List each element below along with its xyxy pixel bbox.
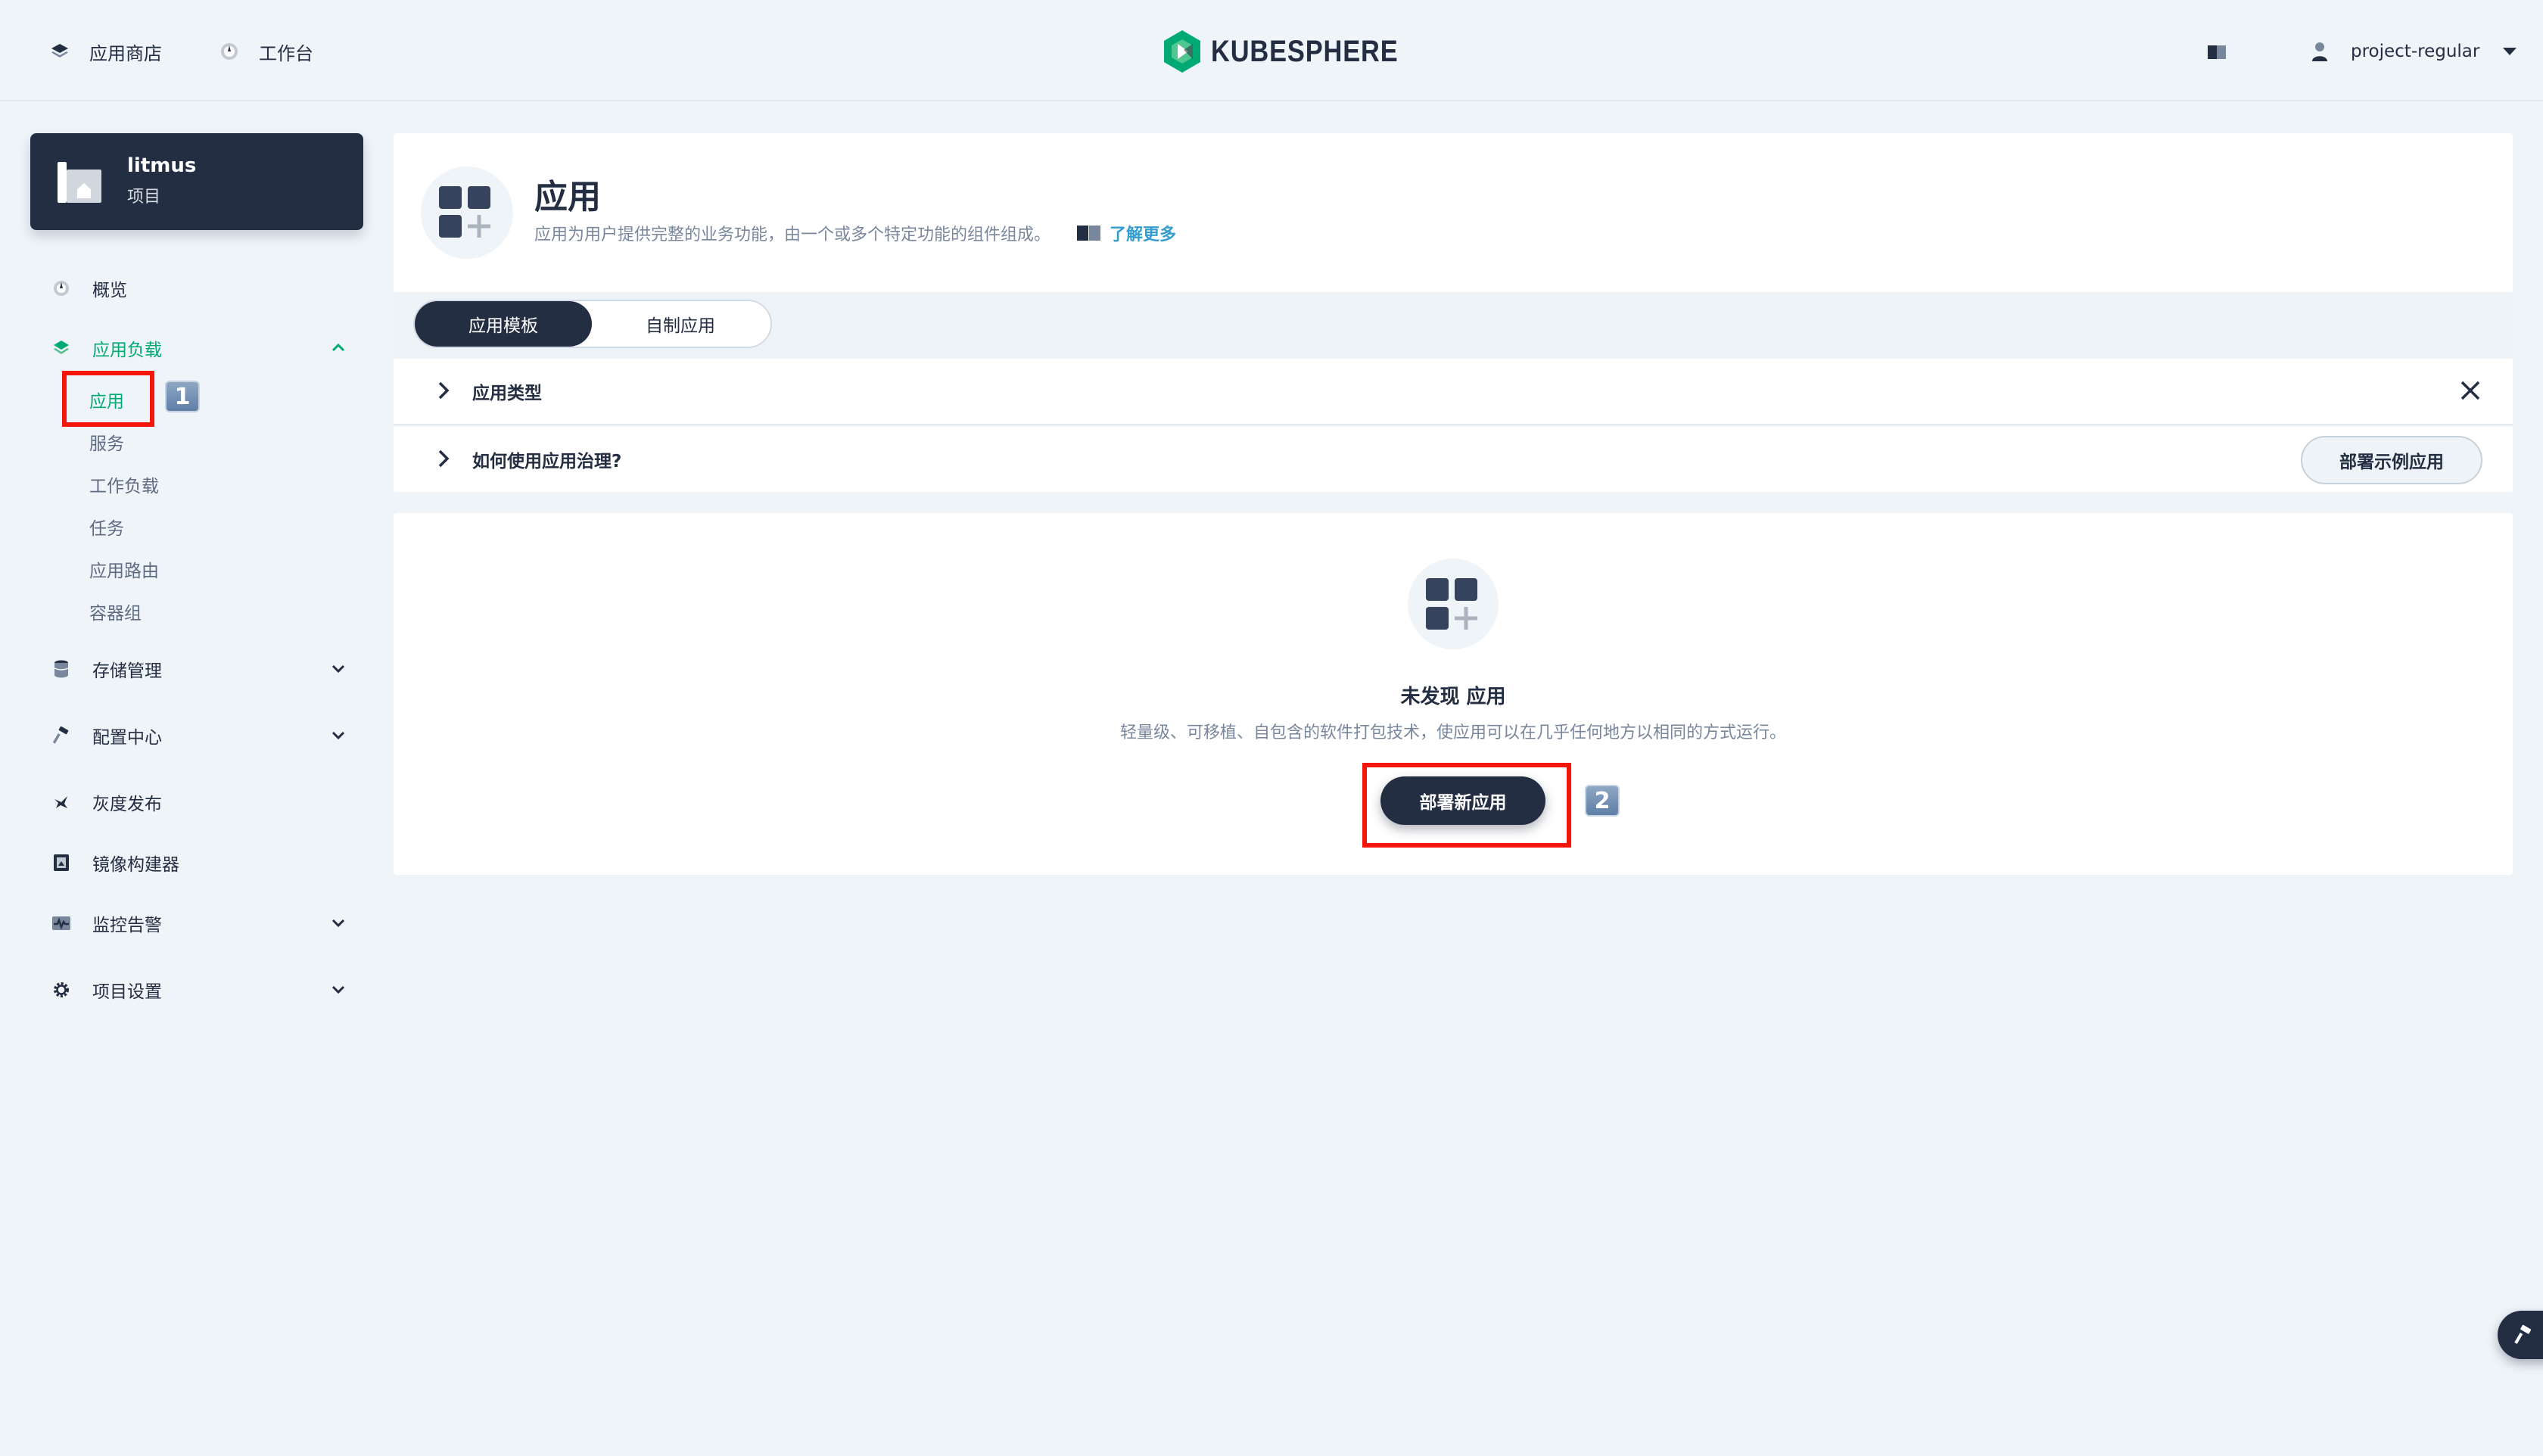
- how-to-row[interactable]: 如何使用应用治理? 部署示例应用: [394, 427, 2513, 492]
- sidebar-item-label: 应用负载: [92, 341, 162, 360]
- app-grid-icon: [1408, 558, 1499, 649]
- app-type-row[interactable]: 应用类型: [394, 359, 2513, 425]
- kubesphere-logo[interactable]: KUBESPHERE: [1163, 29, 1429, 74]
- app-store-label: 应用商店: [89, 42, 162, 64]
- workbench-link[interactable]: 工作台: [219, 35, 313, 68]
- sidebar-item-label: 概览: [92, 281, 127, 300]
- tabs-bar: 应用模板 自制应用: [394, 292, 2513, 357]
- sidebar-subitem-label: 服务: [89, 434, 124, 454]
- empty-state-description: 轻量级、可移植、自包含的软件打包技术，使应用可以在几乎任何地方以相同的方式运行。: [1119, 723, 1786, 742]
- image-builder-icon: [54, 854, 69, 871]
- sidebar-item-label: 监控告警: [92, 916, 162, 935]
- project-card[interactable]: litmus 项目: [30, 133, 363, 230]
- overview-icon: [54, 281, 69, 296]
- page-header: 应用 应用为用户提供完整的业务功能，由一个或多个特定功能的组件组成。 了解更多: [394, 133, 2513, 292]
- step-badge-1: 1: [165, 381, 200, 412]
- highlight-box-step2: [1362, 763, 1571, 848]
- sidebar-subitem-label: 容器组: [89, 604, 142, 624]
- chevron-down-icon: [331, 919, 345, 928]
- page-description-text: 应用为用户提供完整的业务功能，由一个或多个特定功能的组件组成。: [534, 226, 1051, 244]
- sidebar-item-config[interactable]: 配置中心: [51, 719, 347, 752]
- sidebar-item-label: 灰度发布: [92, 795, 162, 814]
- empty-state-title: 未发现 应用: [1400, 686, 1506, 708]
- how-to-label: 如何使用应用治理?: [472, 452, 622, 471]
- learn-more-link[interactable]: 了解更多: [1076, 221, 1176, 245]
- deploy-sample-app-button[interactable]: 部署示例应用: [2301, 436, 2482, 484]
- tab-app-templates[interactable]: 应用模板: [415, 301, 592, 347]
- sidebar-subitem-label: 任务: [89, 519, 124, 539]
- project-name: litmus: [127, 154, 197, 177]
- sidebar-item-overview[interactable]: 概览: [51, 272, 347, 305]
- project-icon: [58, 162, 101, 203]
- app-grid-icon: [421, 166, 513, 259]
- sidebar-subitem-workloads[interactable]: 工作负载: [89, 471, 159, 498]
- sidebar-item-project-settings[interactable]: 项目设置: [51, 973, 347, 1006]
- learn-more-label: 了解更多: [1110, 226, 1177, 244]
- project-type: 项目: [127, 188, 161, 207]
- chevron-down-icon: [331, 731, 345, 740]
- app-workloads-icon: [54, 341, 69, 354]
- user-menu[interactable]: project-regular: [2311, 36, 2517, 67]
- highlight-box-step1: [62, 371, 154, 427]
- tab-group: 应用模板 自制应用: [413, 300, 772, 348]
- storage-icon: [54, 660, 69, 678]
- book-icon: [1077, 226, 1101, 241]
- workbench-label: 工作台: [259, 42, 313, 64]
- toolbox-button[interactable]: [2498, 1311, 2543, 1359]
- sidebar-subitem-pods[interactable]: 容器组: [89, 598, 142, 625]
- chevron-down-icon: [331, 985, 345, 994]
- sidebar-item-app-workloads[interactable]: 应用负载: [51, 331, 347, 365]
- logo-text: KUBESPHERE: [1211, 34, 1399, 68]
- sidebar-item-grayscale[interactable]: 灰度发布: [51, 786, 347, 819]
- sidebar-subitem-services[interactable]: 服务: [89, 428, 124, 456]
- sidebar-item-storage[interactable]: 存储管理: [51, 652, 347, 686]
- username: project-regular: [2351, 42, 2480, 61]
- chevron-right-icon: [438, 381, 450, 400]
- sidebar-subitem-label: 工作负载: [89, 477, 159, 496]
- step-badge-2: 2: [1585, 785, 1620, 817]
- page-title: 应用: [534, 178, 601, 216]
- caret-down-icon: [2503, 48, 2517, 55]
- sidebar-subitem-jobs[interactable]: 任务: [89, 513, 124, 540]
- chevron-right-icon: [438, 450, 450, 468]
- sidebar-item-label: 镜像构建器: [92, 855, 179, 875]
- hammer-icon: [2514, 1324, 2532, 1344]
- close-icon[interactable]: [2458, 378, 2482, 403]
- sidebar-item-monitoring[interactable]: 监控告警: [51, 907, 347, 940]
- monitoring-icon: [52, 916, 70, 930]
- app-type-label: 应用类型: [472, 384, 542, 403]
- chevron-down-icon: [331, 664, 345, 674]
- tab-custom-apps[interactable]: 自制应用: [592, 301, 769, 347]
- kubesphere-logo-icon: [1164, 30, 1200, 73]
- user-icon: [2312, 42, 2327, 61]
- page-description: 应用为用户提供完整的业务功能，由一个或多个特定功能的组件组成。 了解更多: [534, 221, 1176, 245]
- docs-icon[interactable]: [2207, 44, 2227, 64]
- top-nav: 应用商店 工作台 KUBESPHERE project-regular: [0, 0, 2543, 101]
- bird-icon: [54, 796, 67, 808]
- workbench-icon: [221, 43, 238, 60]
- sidebar-item-label: 存储管理: [92, 661, 162, 681]
- sidebar-item-label: 项目设置: [92, 982, 162, 1002]
- hammer-icon: [52, 726, 69, 744]
- sidebar-item-image-builder[interactable]: 镜像构建器: [51, 846, 347, 879]
- chevron-up-icon: [331, 343, 345, 352]
- sidebar-subitem-routes[interactable]: 应用路由: [89, 555, 159, 583]
- sidebar-item-label: 配置中心: [92, 728, 162, 748]
- sidebar-subitem-label: 应用路由: [89, 562, 159, 581]
- gear-icon: [54, 982, 69, 997]
- app-store-icon: [51, 44, 68, 58]
- app-store-link[interactable]: 应用商店: [50, 35, 162, 68]
